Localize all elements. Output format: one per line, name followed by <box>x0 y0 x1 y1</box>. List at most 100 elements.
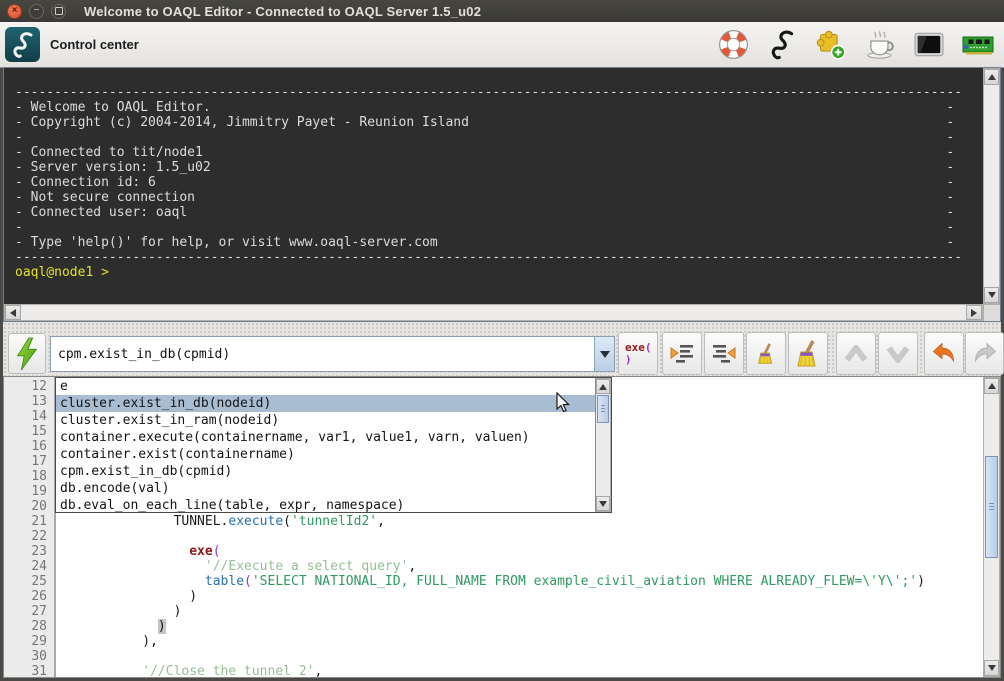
code-line <box>64 649 983 664</box>
chevron-up-icon <box>843 343 869 365</box>
editor-gutter: 1213141516171819202122232425262728293031 <box>4 377 56 677</box>
terminal-line: - Not secure connection- <box>15 190 983 205</box>
redo-icon <box>971 341 999 367</box>
code-line: ) <box>64 604 983 619</box>
snake-icon[interactable] <box>766 29 798 61</box>
line-number: 14 <box>4 409 54 424</box>
line-number: 22 <box>4 529 54 544</box>
editor-vertical-scrollbar[interactable] <box>983 377 1000 677</box>
terminal-line: - Copyright (c) 2004-2014, Jimmitry Paye… <box>15 115 983 130</box>
chevron-down-icon <box>600 351 610 358</box>
line-number: 12 <box>4 379 54 394</box>
scroll-down-button[interactable] <box>596 496 610 511</box>
terminal-line: - Connected user: oaql- <box>15 205 983 220</box>
code-line: ) <box>64 619 983 634</box>
line-number: 16 <box>4 439 54 454</box>
terminal-line: oaql@node1 > <box>15 265 983 280</box>
execute-button[interactable] <box>8 333 46 374</box>
lightning-icon <box>15 337 39 371</box>
line-number: 18 <box>4 469 54 484</box>
code-line: exe( <box>64 544 983 559</box>
indent-button[interactable] <box>662 332 702 375</box>
move-up-button[interactable] <box>836 332 876 375</box>
popup-scrollbar[interactable] <box>595 378 611 512</box>
autocomplete-item[interactable]: db.encode(val) <box>56 480 595 497</box>
code-line: TUNNEL.execute('tunnelId2', <box>64 514 983 529</box>
line-number: 31 <box>4 664 54 679</box>
scroll-up-button[interactable] <box>984 69 999 85</box>
maximize-button[interactable] <box>51 4 66 19</box>
terminal-icon[interactable] <box>913 29 945 61</box>
line-number: 27 <box>4 604 54 619</box>
command-combobox <box>50 336 615 372</box>
autocomplete-list: ecluster.exist_in_db(nodeid)cluster.exis… <box>56 378 595 512</box>
console-panel[interactable]: ----------------------------------------… <box>3 67 1001 322</box>
close-button[interactable]: × <box>7 4 22 19</box>
control-center-toolbar: Control center <box>0 22 1004 68</box>
line-number: 23 <box>4 544 54 559</box>
code-line: ), <box>64 634 983 649</box>
line-number: 25 <box>4 574 54 589</box>
line-number: 15 <box>4 424 54 439</box>
help-lifering-icon[interactable] <box>717 29 749 61</box>
terminal-line: -- <box>15 220 983 235</box>
scrollbar-thumb[interactable] <box>597 395 609 423</box>
autocomplete-item[interactable]: db.eval_on_each_line(table, expr, namesp… <box>56 497 595 512</box>
app-snake-logo-icon <box>5 27 40 62</box>
clean-all-button[interactable] <box>788 332 828 375</box>
scroll-down-button[interactable] <box>984 660 999 676</box>
command-bar: exe( ) <box>3 322 1001 376</box>
line-number: 29 <box>4 634 54 649</box>
code-line: '//Execute a select query', <box>64 559 983 574</box>
scroll-right-button[interactable] <box>966 305 982 320</box>
wrap-exe-button[interactable]: exe( ) <box>618 332 658 375</box>
scrollbar-thumb[interactable] <box>985 456 998 558</box>
oaql-editor-window: × − Welcome to OAQL Editor - Connected t… <box>0 0 1004 681</box>
terminal-line: - Server version: 1.5_u02- <box>15 160 983 175</box>
code-line: ) <box>64 589 983 604</box>
autocomplete-item[interactable]: cluster.exist_in_ram(nodeid) <box>56 412 595 429</box>
line-number: 13 <box>4 394 54 409</box>
terminal-horizontal-scrollbar[interactable] <box>4 304 983 321</box>
terminal-line: - Type 'help()' for help, or visit www.o… <box>15 235 983 250</box>
outdent-button[interactable] <box>704 332 744 375</box>
line-number: 28 <box>4 619 54 634</box>
undo-button[interactable] <box>924 332 964 375</box>
line-number: 30 <box>4 649 54 664</box>
small-broom-icon <box>754 341 778 367</box>
terminal-line: - Connection id: 6- <box>15 175 983 190</box>
scroll-left-button[interactable] <box>5 305 21 320</box>
code-line: table('SELECT NATIONAL_ID, FULL_NAME FRO… <box>64 574 983 589</box>
scroll-up-button[interactable] <box>596 379 610 394</box>
line-number: 19 <box>4 484 54 499</box>
window-title: Welcome to OAQL Editor - Connected to OA… <box>84 4 481 19</box>
autocomplete-item[interactable]: e <box>56 378 595 395</box>
clean-line-button[interactable] <box>746 332 786 375</box>
memory-card-icon[interactable] <box>962 29 994 61</box>
minimize-button[interactable]: − <box>29 4 44 19</box>
scroll-down-button[interactable] <box>984 287 999 303</box>
autocomplete-item[interactable]: cluster.exist_in_db(nodeid) <box>56 395 595 412</box>
autocomplete-item[interactable]: cpm.exist_in_db(cpmid) <box>56 463 595 480</box>
code-line <box>64 529 983 544</box>
autocomplete-popup: ecluster.exist_in_db(nodeid)cluster.exis… <box>55 377 612 513</box>
autocomplete-item[interactable]: container.execute(containername, var1, v… <box>56 429 595 446</box>
autocomplete-item[interactable]: container.exist(containername) <box>56 446 595 463</box>
line-number: 17 <box>4 454 54 469</box>
line-number: 24 <box>4 559 54 574</box>
coffee-icon[interactable] <box>864 29 896 61</box>
terminal-line: -- <box>15 130 983 145</box>
terminal-line: ----------------------------------------… <box>15 85 983 100</box>
control-center-label: Control center <box>50 37 139 52</box>
combobox-dropdown-button[interactable] <box>594 337 614 371</box>
redo-button[interactable] <box>965 332 1004 375</box>
line-number: 20 <box>4 499 54 514</box>
outdent-icon <box>710 340 738 368</box>
scroll-up-button[interactable] <box>984 378 999 394</box>
terminal-vertical-scrollbar[interactable] <box>983 68 1000 304</box>
indent-icon <box>668 340 696 368</box>
command-input[interactable] <box>51 337 594 371</box>
chevron-down-icon <box>885 343 911 365</box>
add-plugin-icon[interactable] <box>815 29 847 61</box>
move-down-button[interactable] <box>878 332 918 375</box>
